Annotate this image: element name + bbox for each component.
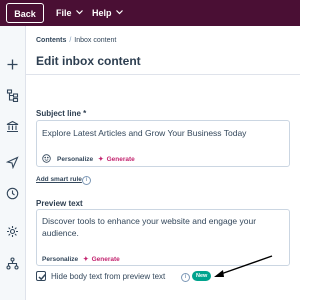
help-menu[interactable]: Help [92,7,123,18]
sparkle-icon: ✦ [83,256,89,263]
info-icon[interactable]: i [82,176,91,185]
subject-line-value: Explore Latest Articles and Grow Your Bu… [42,128,247,138]
info-icon[interactable]: i [181,273,190,282]
hierarchy-icon[interactable] [6,257,19,270]
left-sidebar [0,26,26,300]
send-icon[interactable] [5,156,19,170]
plus-icon[interactable] [6,58,19,71]
personalize-button[interactable]: Personalize [57,156,93,163]
file-menu-label: File [56,8,72,18]
back-button[interactable]: Back [6,3,44,23]
generate-button[interactable]: ✦ Generate [98,156,135,163]
preview-toolbar: Personalize ✦ Generate [42,255,120,263]
subject-toolbar: Personalize ✦ Generate [42,154,135,165]
breadcrumb-separator: / [69,37,72,44]
chevron-down-icon [75,7,83,17]
hide-body-label: Hide body text from preview text [51,272,166,281]
subject-line-label: Subject line * [36,109,87,118]
sparkle-icon: ✦ [98,156,104,163]
hide-body-checkbox[interactable] [36,271,46,281]
add-smart-rule-label: Add smart rule [36,176,82,183]
checkmark-icon [38,274,46,281]
emoji-icon[interactable] [42,154,51,165]
generate-label: Generate [91,256,120,263]
preview-text-label: Preview text [36,199,83,208]
breadcrumb-link-contents[interactable]: Contents [36,37,66,44]
subject-line-field[interactable]: Explore Latest Articles and Grow Your Bu… [36,120,290,167]
personalize-button[interactable]: Personalize [42,256,78,263]
settings-icon[interactable] [6,225,19,238]
add-smart-rule-link[interactable]: Add smart rule [36,176,82,183]
help-menu-label: Help [92,8,112,18]
top-bar: Back File Help [0,0,300,26]
flow-icon[interactable] [6,89,19,103]
preview-text-value: Discover tools to enhance your website a… [42,216,257,238]
file-menu[interactable]: File [56,7,83,18]
breadcrumb: Contents / Inbox content [36,37,116,44]
chevron-down-icon [115,7,123,17]
clock-icon[interactable] [6,187,19,200]
generate-label: Generate [106,156,135,163]
header-divider [26,74,300,75]
breadcrumb-current: Inbox content [74,37,117,44]
new-badge: New [192,271,212,281]
generate-button[interactable]: ✦ Generate [83,256,120,263]
annotation-arrow-icon [214,255,273,277]
bank-icon[interactable] [6,120,19,133]
page-title: Edit inbox content [36,54,141,68]
